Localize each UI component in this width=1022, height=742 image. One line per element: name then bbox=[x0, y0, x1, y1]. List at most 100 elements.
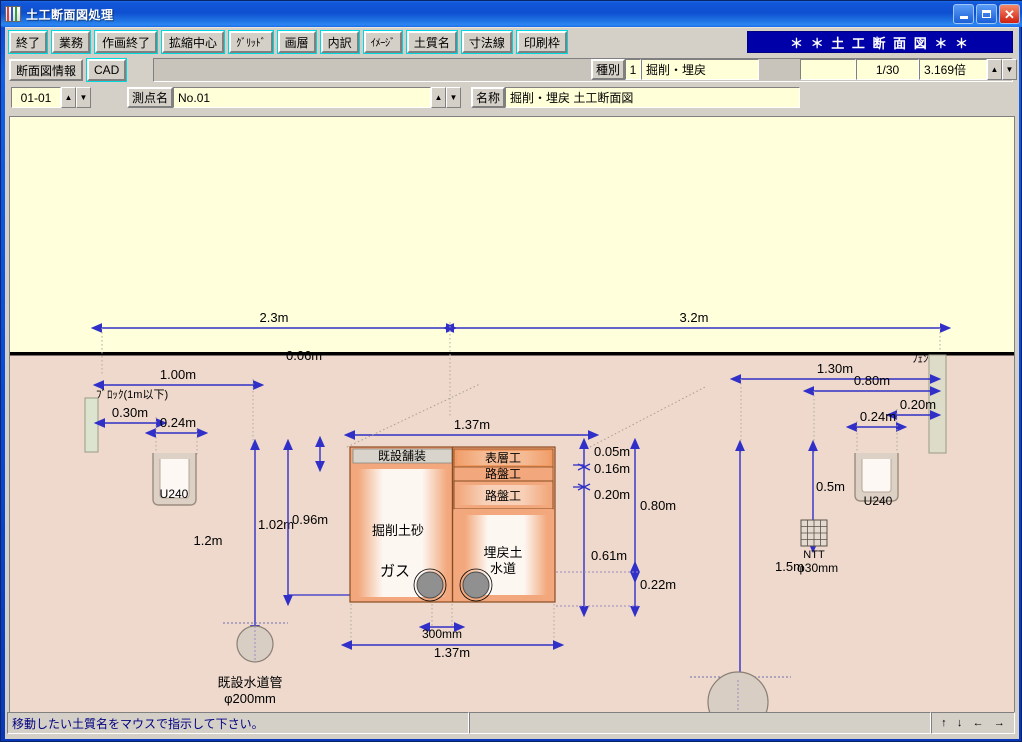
nav-arrows: ↑ ↓ ← → bbox=[931, 712, 1015, 734]
type-value[interactable]: 掘削・埋戻 bbox=[641, 59, 759, 80]
label-excavated-soil: 掘削土砂 bbox=[372, 523, 424, 538]
dim-label-1-2m: 1.2m bbox=[194, 533, 223, 548]
station-value[interactable]: No.01 bbox=[173, 87, 431, 108]
dim-label-1-37m-bottom: 1.37m bbox=[434, 645, 470, 660]
dim-label-300mm: 300mm bbox=[422, 627, 462, 641]
sky-background bbox=[10, 117, 1014, 355]
title-banner: ＊ ＊ 土 工 断 面 図 ＊ ＊ bbox=[747, 31, 1013, 53]
section-code-value[interactable]: 01-01 bbox=[11, 87, 61, 108]
dim-label-0-96m: 0.96m bbox=[292, 512, 328, 527]
dim-label-0-61m: 0.61m bbox=[591, 548, 627, 563]
window-title: 土工断面図処理 bbox=[26, 6, 114, 23]
cross-section-drawing[interactable]: 2.3m 3.2m 1.00m ﾌﾞﾛｯｸ(1m以下) 0.30m bbox=[10, 117, 1014, 712]
label-waterworks: 水道 bbox=[490, 561, 516, 576]
label-surface-course: 表層工 bbox=[485, 451, 521, 465]
dim-label-0-16m: 0.16m bbox=[594, 461, 630, 476]
label-ntt-dia: φ30mm bbox=[797, 561, 838, 575]
label-subbase-course-2: 路盤工 bbox=[485, 488, 521, 503]
breakdown-button[interactable]: 内訳 bbox=[321, 31, 359, 53]
print-frame-button[interactable]: 印刷枠 bbox=[517, 31, 567, 53]
main-toolbar: 終了 業務 作画終了 拡縮中心 ｸﾞﾘｯﾄﾞ 画層 内訳 ｲﾒｰｼﾞ 土質名 寸… bbox=[5, 28, 1019, 56]
label-gas: ガス bbox=[380, 563, 410, 580]
client-area: 終了 業務 作画終了 拡縮中心 ｸﾞﾘｯﾄﾞ 画層 内訳 ｲﾒｰｼﾞ 土質名 寸… bbox=[5, 27, 1019, 739]
close-button[interactable]: ✕ bbox=[999, 4, 1020, 24]
dim-label-0-80m: 0.80m bbox=[640, 498, 676, 513]
grid-button[interactable]: ｸﾞﾘｯﾄﾞ bbox=[229, 31, 273, 53]
scale-blank-field[interactable] bbox=[800, 59, 856, 80]
magnification-down-button[interactable]: ▼ bbox=[1002, 59, 1017, 80]
dim-label-0-30m: 0.30m bbox=[112, 405, 148, 420]
station-label: 測点名 bbox=[127, 87, 173, 108]
status-middle bbox=[469, 712, 931, 734]
scale-field-group: 1/30 3.169倍 ▲ ▼ bbox=[800, 59, 1017, 80]
soil-name-button[interactable]: 土質名 bbox=[407, 31, 457, 53]
type-field-group: 種別 1 掘削・埋戻 bbox=[591, 59, 759, 80]
dim-label-0-20m: 0.20m bbox=[594, 487, 630, 502]
window-controls: ✕ bbox=[953, 4, 1020, 24]
type-label: 種別 bbox=[591, 59, 625, 80]
dim-label-1-37m-top: 1.37m bbox=[454, 417, 490, 432]
label-existing-water-pipe-dia: φ200mm bbox=[224, 691, 276, 706]
station-down-button[interactable]: ▼ bbox=[446, 87, 461, 108]
type-number: 1 bbox=[625, 59, 641, 80]
window-frame: 土工断面図処理 ✕ 終了 業務 作画終了 拡縮中心 ｸﾞﾘｯﾄﾞ 画層 内訳 ｲ… bbox=[0, 0, 1022, 742]
minimize-icon bbox=[960, 16, 968, 19]
label-ntt: NTT bbox=[803, 549, 825, 561]
name-label: 名称 bbox=[471, 87, 505, 108]
magnification-up-button[interactable]: ▲ bbox=[987, 59, 1002, 80]
image-button[interactable]: ｲﾒｰｼﾞ bbox=[364, 31, 402, 53]
secondary-toolbar: 断面図情報 CAD 種別 1 掘削・埋戻 1/30 3.169倍 ▲ ▼ bbox=[5, 56, 1019, 84]
cad-button[interactable]: CAD bbox=[87, 59, 126, 81]
scale-value: 1/30 bbox=[856, 59, 919, 80]
application-window: 土工断面図処理 ✕ 終了 業務 作画終了 拡縮中心 ｸﾞﾘｯﾄﾞ 画層 内訳 ｲ… bbox=[0, 0, 1022, 742]
minimize-button[interactable] bbox=[953, 4, 974, 24]
status-bar: 移動したい土質名をマウスで指示して下さい。 ↑ ↓ ← → bbox=[7, 712, 1015, 734]
title-bar: 土工断面図処理 ✕ bbox=[1, 1, 1022, 27]
dim-label-0-80m-right: 0.80m bbox=[854, 373, 890, 388]
dim-label-0-22m: 0.22m bbox=[640, 577, 676, 592]
label-existing-pavement: 既設舗装 bbox=[378, 448, 426, 463]
ground-surface-line bbox=[10, 352, 1014, 356]
name-group: 名称 掘削・埋戻 土工断面図 bbox=[471, 87, 800, 108]
dim-label-0-06m: 0.06m bbox=[286, 348, 322, 363]
cross-section-canvas[interactable]: 2.3m 3.2m 1.00m ﾌﾞﾛｯｸ(1m以下) 0.30m bbox=[9, 116, 1015, 713]
label-subbase-course-1: 路盤工 bbox=[485, 466, 521, 481]
close-icon: ✕ bbox=[1004, 8, 1015, 21]
ntt-duct-block bbox=[801, 520, 827, 546]
dimension-line-button[interactable]: 寸法線 bbox=[462, 31, 512, 53]
label-block: ﾌﾞﾛｯｸ(1m以下) bbox=[96, 388, 168, 401]
label-u240-right: U240 bbox=[864, 494, 893, 508]
dim-label-0-24m-left: 0.24m bbox=[160, 415, 196, 430]
arrow-left-button[interactable]: ← bbox=[971, 717, 986, 729]
dim-label-1-30m: 1.30m bbox=[817, 361, 853, 376]
zoom-center-button[interactable]: 拡縮中心 bbox=[162, 31, 224, 53]
station-up-button[interactable]: ▲ bbox=[431, 87, 446, 108]
dim-label-1-02m: 1.02m bbox=[258, 517, 294, 532]
section-code-down-button[interactable]: ▼ bbox=[76, 87, 91, 108]
dim-label-1-00m: 1.00m bbox=[160, 367, 196, 382]
section-info-button[interactable]: 断面図情報 bbox=[9, 59, 83, 81]
block-wall bbox=[85, 398, 98, 452]
station-group: 測点名 No.01 ▲ ▼ bbox=[127, 87, 461, 108]
dim-label-3-2m: 3.2m bbox=[680, 310, 709, 325]
dim-label-0-20m: 0.20m bbox=[900, 397, 936, 412]
record-toolbar: 01-01 ▲ ▼ 測点名 No.01 ▲ ▼ 名称 掘削・埋戻 土工断面図 bbox=[5, 84, 1019, 111]
label-existing-water-pipe: 既設水道管 bbox=[217, 675, 282, 690]
dim-label-0-05m: 0.05m bbox=[594, 444, 630, 459]
status-message: 移動したい土質名をマウスで指示して下さい。 bbox=[7, 712, 469, 734]
task-button[interactable]: 業務 bbox=[52, 31, 90, 53]
name-value[interactable]: 掘削・埋戻 土工断面図 bbox=[505, 87, 800, 108]
exit-button[interactable]: 終了 bbox=[9, 31, 47, 53]
section-code-up-button[interactable]: ▲ bbox=[61, 87, 76, 108]
arrow-up-button[interactable]: ↑ bbox=[939, 717, 949, 729]
center-trench: 既設舗装 表層工 路盤工 路盤工 掘削土砂 ガス 埋戻土 水道 bbox=[350, 447, 555, 602]
maximize-button[interactable] bbox=[976, 4, 997, 24]
label-backfill-soil: 埋戻土 bbox=[483, 545, 522, 560]
dim-label-0-24m-right: 0.24m bbox=[860, 409, 896, 424]
maximize-icon bbox=[982, 10, 991, 18]
arrow-right-button[interactable]: → bbox=[992, 717, 1007, 729]
arrow-down-button[interactable]: ↓ bbox=[955, 717, 965, 729]
app-icon bbox=[5, 6, 21, 22]
layer-button[interactable]: 画層 bbox=[278, 31, 316, 53]
drawing-end-button[interactable]: 作画終了 bbox=[95, 31, 157, 53]
